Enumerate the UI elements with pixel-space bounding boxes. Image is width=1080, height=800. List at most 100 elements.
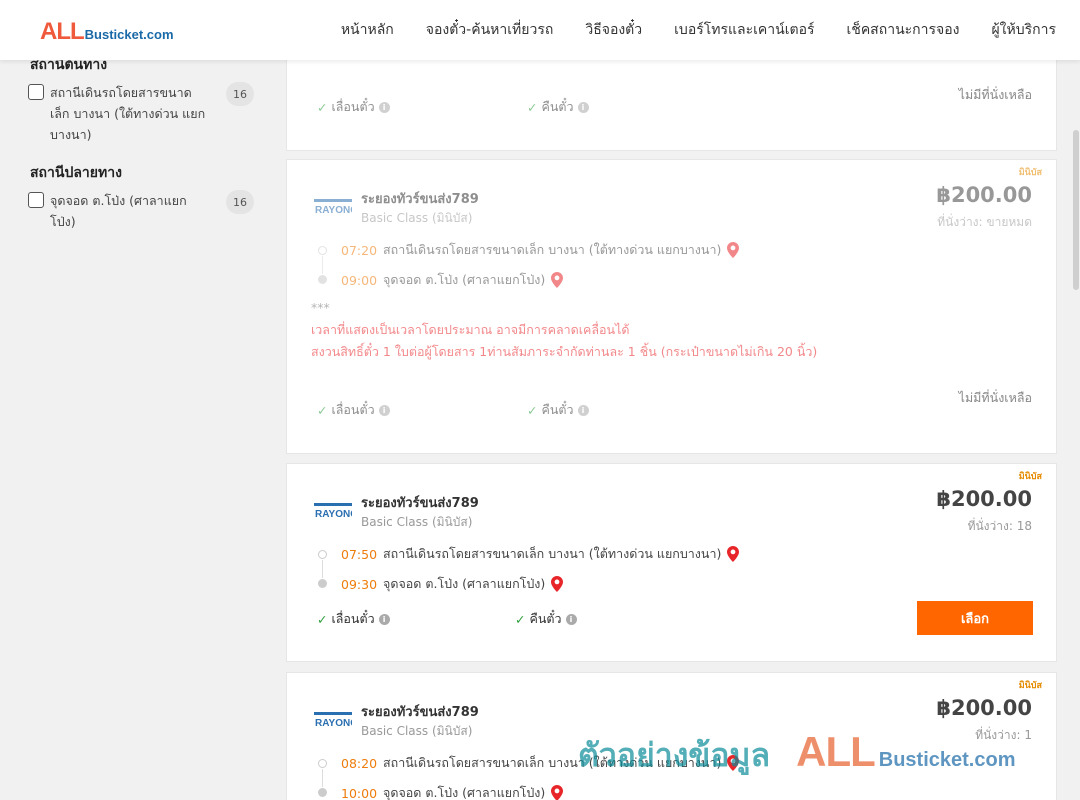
ticket-price: ฿200.00 xyxy=(936,487,1032,511)
operator-logo-text: RAYONG xyxy=(315,509,352,519)
watermark-logo-all: ALL xyxy=(796,728,876,775)
change-ticket-info: ✓ เลื่อนตั๋ว i xyxy=(317,97,390,117)
arrival-stop: 09:30 จุดจอด ต.โป่ง (ศาลาแยกโป่ง) xyxy=(341,574,564,594)
arrival-stop: 10:00 จุดจอด ต.โป่ง (ศาลาแยกโป่ง) xyxy=(341,783,564,800)
trip-card-previous: ✓ เลื่อนตั๋ว i ✓ คืนตั๋ว i ไม่มีที่นั่งเ… xyxy=(286,52,1057,151)
info-icon[interactable]: i xyxy=(577,101,589,113)
route-line xyxy=(322,560,323,578)
notes-line-1: เวลาที่แสดงเป็นเวลาโดยประมาณ อาจมีการคลา… xyxy=(311,322,630,337)
refund-ticket-label: คืนตั๋ว xyxy=(541,402,574,417)
bus-class: Basic Class (มินิบัส) xyxy=(361,515,473,529)
check-icon: ✓ xyxy=(317,99,328,115)
map-pin-icon[interactable] xyxy=(551,272,564,288)
select-trip-button[interactable]: เลือก xyxy=(917,601,1033,635)
refund-ticket-info: ✓ คืนตั๋ว i xyxy=(527,97,589,117)
operator-logo: RAYONG xyxy=(314,199,352,215)
destination-filter-option[interactable]: จุดจอด ต.โป่ง (ศาลาแยกโป่ง) 16 xyxy=(28,190,258,232)
departure-time: 07:50 xyxy=(341,546,378,562)
nav-book-search[interactable]: จองตั๋ว-ค้นหาเที่ยวรถ xyxy=(426,19,554,41)
notes-line-2: สงวนสิทธิ์ตั๋ว 1 ใบต่อผู้โดยสาร 1ท่านสัม… xyxy=(311,344,818,359)
nav-operators[interactable]: ผู้ให้บริการ xyxy=(991,19,1056,41)
origin-count-badge: 16 xyxy=(226,82,254,106)
map-pin-icon[interactable] xyxy=(727,242,740,258)
operator-logo: RAYONG xyxy=(314,503,352,519)
trip-notes: *** เวลาที่แสดงเป็นเวลาโดยประมาณ อาจมีกา… xyxy=(311,297,817,363)
depart-dot xyxy=(318,246,327,255)
page-scrollbar[interactable] xyxy=(1072,60,1080,800)
departure-stop: 07:50 สถานีเดินรถโดยสารขนาดเล็ก บางนา (ใ… xyxy=(341,544,740,564)
minibus-badge: มินิบัส xyxy=(1018,681,1042,691)
logo-all-text: ALL xyxy=(40,18,85,45)
check-icon: ✓ xyxy=(515,611,526,627)
bus-class: Basic Class (มินิบัส) xyxy=(361,211,473,225)
site-logo[interactable]: ALL Busticket.com xyxy=(40,18,174,46)
origin-option-label: สถานีเดินรถโดยสารขนาดเล็ก บางนา (ใต้ทางด… xyxy=(50,85,206,142)
route-line xyxy=(322,256,323,274)
route-line xyxy=(322,769,323,787)
depart-dot xyxy=(318,550,327,559)
minibus-badge: มินิบัส xyxy=(1018,168,1042,178)
refund-ticket-info: ✓ คืนตั๋ว i xyxy=(527,400,589,420)
arrival-place: จุดจอด ต.โป่ง (ศาลาแยกโป่ง) xyxy=(383,785,546,800)
info-icon[interactable]: i xyxy=(577,404,589,416)
arrival-place: จุดจอด ต.โป่ง (ศาลาแยกโป่ง) xyxy=(383,576,546,591)
change-ticket-label: เลื่อนตั๋ว xyxy=(331,402,375,417)
departure-place: สถานีเดินรถโดยสารขนาดเล็ก บางนา (ใต้ทางด… xyxy=(383,546,722,561)
change-ticket-label: เลื่อนตั๋ว xyxy=(331,99,375,114)
operator-logo-text: RAYONG xyxy=(315,205,352,215)
departure-stop: 07:20 สถานีเดินรถโดยสารขนาดเล็ก บางนา (ใ… xyxy=(341,240,740,260)
nav-how-to-book[interactable]: วิธีจองตั๋ว xyxy=(585,19,642,41)
ticket-price: ฿200.00 xyxy=(936,183,1032,207)
info-icon[interactable]: i xyxy=(378,404,390,416)
nav-check-status[interactable]: เช็คสถานะการจอง xyxy=(847,19,960,41)
watermark-logo-rest: Busticket.com xyxy=(878,749,1016,771)
origin-checkbox[interactable] xyxy=(28,84,44,100)
departure-time: 08:20 xyxy=(341,755,378,771)
trip-card: มินิบัส RAYONG ระยองทัวร์ขนส่ง789 Basic … xyxy=(286,159,1057,454)
refund-ticket-label: คืนตั๋ว xyxy=(529,611,562,626)
arrival-stop: 09:00 จุดจอด ต.โป่ง (ศาลาแยกโป่ง) xyxy=(341,270,564,290)
check-icon: ✓ xyxy=(527,402,538,418)
top-header: ALL Busticket.com หน้าหลัก จองตั๋ว-ค้นหา… xyxy=(0,0,1080,60)
arrival-time: 09:00 xyxy=(341,272,378,288)
map-pin-icon[interactable] xyxy=(551,785,564,800)
operator-name: ระยองทัวร์ขนส่ง789 xyxy=(361,496,479,511)
map-pin-icon[interactable] xyxy=(551,576,564,592)
minibus-badge: มินิบัส xyxy=(1018,472,1042,482)
seats-available: ที่นั่งว่าง: ขายหมด xyxy=(937,215,1032,229)
operator-name: ระยองทัวร์ขนส่ง789 xyxy=(361,192,479,207)
scrollbar-thumb[interactable] xyxy=(1073,130,1079,290)
bus-class: Basic Class (มินิบัส) xyxy=(361,724,473,738)
arrival-time: 09:30 xyxy=(341,576,378,592)
info-icon[interactable]: i xyxy=(378,613,390,625)
trip-card: มินิบัส RAYONG ระยองทัวร์ขนส่ง789 Basic … xyxy=(286,463,1057,662)
nav-phone-counter[interactable]: เบอร์โทรและเคาน์เตอร์ xyxy=(674,19,814,41)
change-ticket-info: ✓ เลื่อนตั๋ว i xyxy=(317,400,390,420)
destination-checkbox[interactable] xyxy=(28,192,44,208)
no-seat-status: ไม่มีที่นั่งเหลือ xyxy=(958,87,1032,102)
arrive-dot xyxy=(318,275,327,284)
info-icon[interactable]: i xyxy=(565,613,577,625)
logo-busticket-text: Busticket.com xyxy=(84,27,174,42)
map-pin-icon[interactable] xyxy=(727,546,740,562)
depart-dot xyxy=(318,759,327,768)
arrival-time: 10:00 xyxy=(341,785,378,800)
arrive-dot xyxy=(318,788,327,797)
ticket-price: ฿200.00 xyxy=(936,696,1032,720)
departure-time: 07:20 xyxy=(341,242,378,258)
check-icon: ✓ xyxy=(527,99,538,115)
arrival-place: จุดจอด ต.โป่ง (ศาลาแยกโป่ง) xyxy=(383,272,546,287)
nav-home[interactable]: หน้าหลัก xyxy=(341,19,394,41)
sample-data-watermark: ตัวอย่างข้อมูล ALL Busticket.com xyxy=(578,728,1015,781)
main-nav: หน้าหลัก จองตั๋ว-ค้นหาเที่ยวรถ วิธีจองตั… xyxy=(341,0,1056,60)
change-ticket-label: เลื่อนตั๋ว xyxy=(331,611,375,626)
seats-available: ที่นั่งว่าง: 18 xyxy=(967,519,1032,533)
destination-filter-title: สถานีปลายทาง xyxy=(30,165,122,181)
no-seat-status: ไม่มีที่นั่งเหลือ xyxy=(958,390,1032,405)
operator-name: ระยองทัวร์ขนส่ง789 xyxy=(361,705,479,720)
origin-filter-option[interactable]: สถานีเดินรถโดยสารขนาดเล็ก บางนา (ใต้ทางด… xyxy=(28,82,258,145)
info-icon[interactable]: i xyxy=(378,101,390,113)
check-icon: ✓ xyxy=(317,402,328,418)
operator-logo: RAYONG xyxy=(314,712,352,728)
arrive-dot xyxy=(318,579,327,588)
